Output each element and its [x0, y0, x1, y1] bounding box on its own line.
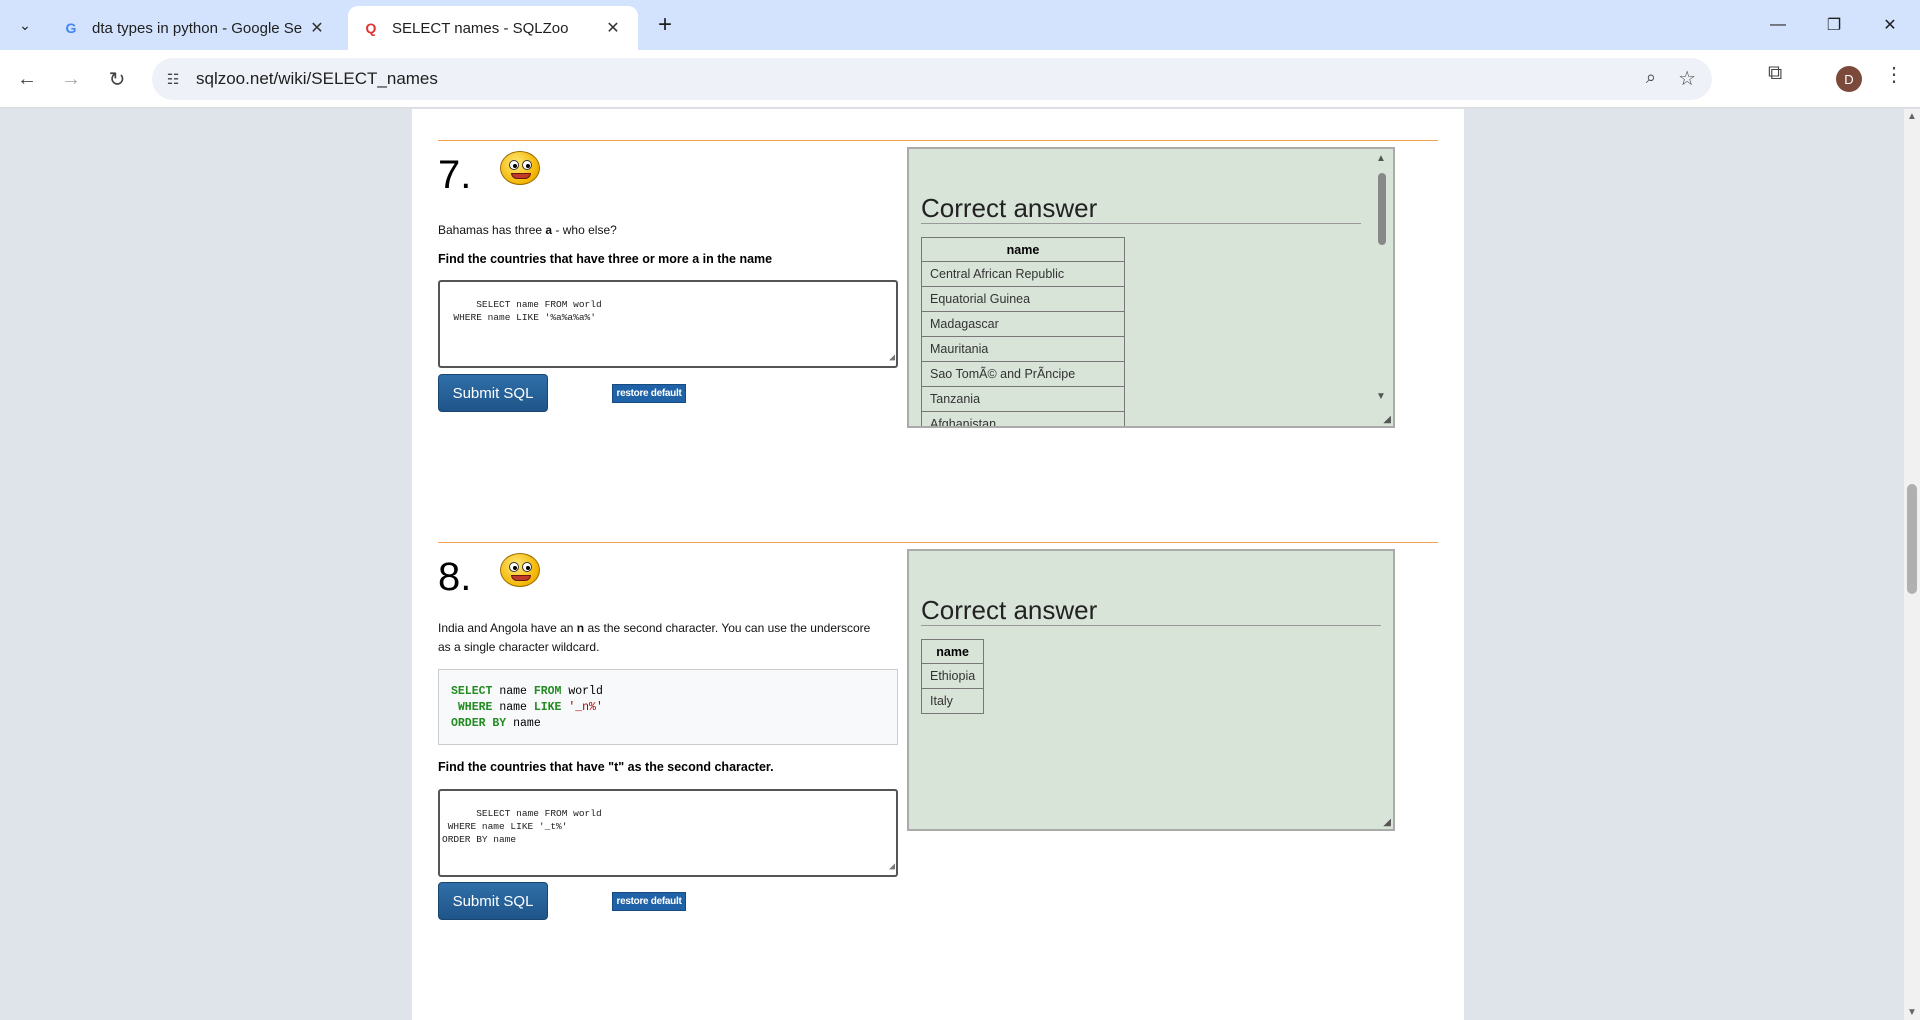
star-icon[interactable]: ☆ — [1678, 66, 1696, 91]
forward-button[interactable]: → — [54, 62, 88, 96]
resize-grip-icon[interactable]: ◢ — [1383, 817, 1391, 828]
puzzle-icon[interactable]: ⧉ — [1768, 62, 1782, 85]
tab-sqlzoo[interactable]: Q SELECT names - SQLZoo ✕ — [348, 6, 638, 50]
question-number: 7. — [438, 153, 472, 197]
zoom-icon[interactable]: ⌕ — [1646, 67, 1656, 88]
resize-grip-icon[interactable]: ◢ — [889, 352, 895, 365]
tab-title: SELECT names - SQLZoo — [392, 19, 569, 37]
answer-title: Correct answer — [921, 193, 1098, 223]
restore-button[interactable]: ❐ — [1806, 0, 1862, 50]
example-code-block: SELECT name FROM world WHERE name LIKE '… — [438, 669, 898, 745]
answer-divider — [921, 625, 1381, 626]
tab-title: dta types in python - Google Se — [92, 19, 303, 37]
table-row: Sao TomÃ© and PrÃncipe — [921, 361, 1125, 387]
close-icon[interactable]: ✕ — [602, 17, 624, 39]
scroll-up-icon[interactable]: ▲ — [1906, 111, 1918, 122]
scroll-thumb[interactable] — [1907, 484, 1917, 594]
table-row: Italy — [920, 688, 985, 714]
reload-icon: ↻ — [108, 68, 126, 91]
question-number: 8. — [438, 555, 472, 599]
browser-toolbar: ← → ↻ ☷ sqlzoo.net/wiki/SELECT_names ⌕ ☆ — [0, 50, 1920, 108]
table-row: Tanzania — [921, 386, 1125, 412]
answer-divider — [921, 223, 1361, 224]
sql-editor[interactable]: SELECT name FROM world WHERE name LIKE '… — [438, 789, 898, 877]
arrow-right-icon: → — [61, 67, 81, 90]
restore-default-button[interactable]: restore default — [612, 892, 686, 911]
answer-title: Correct answer — [921, 595, 1098, 625]
avatar[interactable]: D — [1836, 66, 1862, 92]
back-button[interactable]: ← — [10, 62, 44, 96]
scroll-down-icon[interactable]: ▼ — [1906, 1007, 1918, 1018]
restore-window-icon: ❐ — [1826, 17, 1842, 34]
submit-sql-button[interactable]: Submit SQL — [438, 882, 548, 920]
resize-grip-icon[interactable]: ◢ — [1383, 414, 1391, 425]
table-row: Central African Republic — [921, 261, 1125, 287]
arrow-left-icon: ← — [17, 67, 37, 90]
table-row: Mauritania — [921, 336, 1125, 362]
column-header: name — [921, 237, 1125, 262]
tune-icon[interactable]: ☷ — [162, 68, 184, 90]
question-task: Find the countries that have three or mo… — [438, 252, 773, 266]
google-favicon-icon: G — [65, 20, 77, 36]
scroll-up-icon[interactable]: ▲ — [1376, 153, 1386, 164]
page-content: 7. Bahamas has three a - who else? Find … — [412, 109, 1464, 1020]
close-window-button[interactable]: ✕ — [1862, 0, 1918, 50]
answer-panel: Correct answer name Ethiopia Italy ◢ — [907, 549, 1395, 831]
resize-grip-icon[interactable]: ◢ — [889, 861, 895, 874]
minimize-button[interactable]: — — [1750, 0, 1806, 50]
table-row: Madagascar — [921, 311, 1125, 337]
question-intro: India and Angola have an n as the second… — [438, 621, 871, 654]
close-icon[interactable]: ✕ — [306, 17, 328, 39]
table-row: Afghanistan — [921, 411, 1125, 426]
sqlzoo-favicon-icon: Q — [365, 20, 377, 36]
section-divider — [438, 542, 1438, 543]
minimize-icon: — — [1770, 16, 1786, 33]
column-header: name — [920, 639, 985, 664]
question-task: Find the countries that have "t" as the … — [438, 760, 774, 774]
chevron-down-icon: ⌄ — [19, 16, 31, 33]
url-text[interactable]: sqlzoo.net/wiki/SELECT_names — [196, 69, 438, 89]
smiley-icon — [500, 151, 540, 185]
new-tab-button[interactable]: + — [650, 10, 680, 40]
restore-default-button[interactable]: restore default — [612, 384, 686, 403]
tab-search-button[interactable]: ⌄ — [10, 10, 40, 40]
smiley-icon — [500, 553, 540, 587]
close-icon: ✕ — [1883, 17, 1897, 34]
scroll-thumb[interactable] — [1378, 173, 1386, 245]
sql-editor[interactable]: SELECT name FROM world WHERE name LIKE '… — [438, 280, 898, 368]
page-scrollbar[interactable]: ▲ ▼ — [1904, 109, 1920, 1020]
table-row: Ethiopia — [920, 663, 985, 689]
answer-panel[interactable]: Correct answer name Central African Repu… — [907, 147, 1395, 428]
kebab-icon[interactable]: ⋮ — [1884, 62, 1904, 87]
scroll-down-icon[interactable]: ▼ — [1376, 391, 1386, 402]
answer-table: name Ethiopia Italy — [920, 639, 985, 714]
plus-icon: + — [657, 11, 672, 38]
question-intro: Bahamas has three a - who else? — [438, 223, 617, 237]
table-row: Equatorial Guinea — [921, 286, 1125, 312]
tab-google-search[interactable]: G dta types in python - Google Se ✕ — [48, 6, 342, 50]
answer-table: name Central African Republic Equatorial… — [921, 237, 1125, 426]
page-viewport: 7. Bahamas has three a - who else? Find … — [0, 109, 1920, 1020]
address-bar[interactable]: ☷ sqlzoo.net/wiki/SELECT_names ⌕ ☆ — [152, 58, 1712, 100]
tab-strip: ⌄ G dta types in python - Google Se ✕ Q … — [0, 0, 1920, 50]
answer-scrollbar[interactable]: ▲ ▼ — [1375, 153, 1389, 423]
section-divider — [438, 140, 1438, 141]
submit-sql-button[interactable]: Submit SQL — [438, 374, 548, 412]
reload-button[interactable]: ↻ — [100, 62, 134, 96]
